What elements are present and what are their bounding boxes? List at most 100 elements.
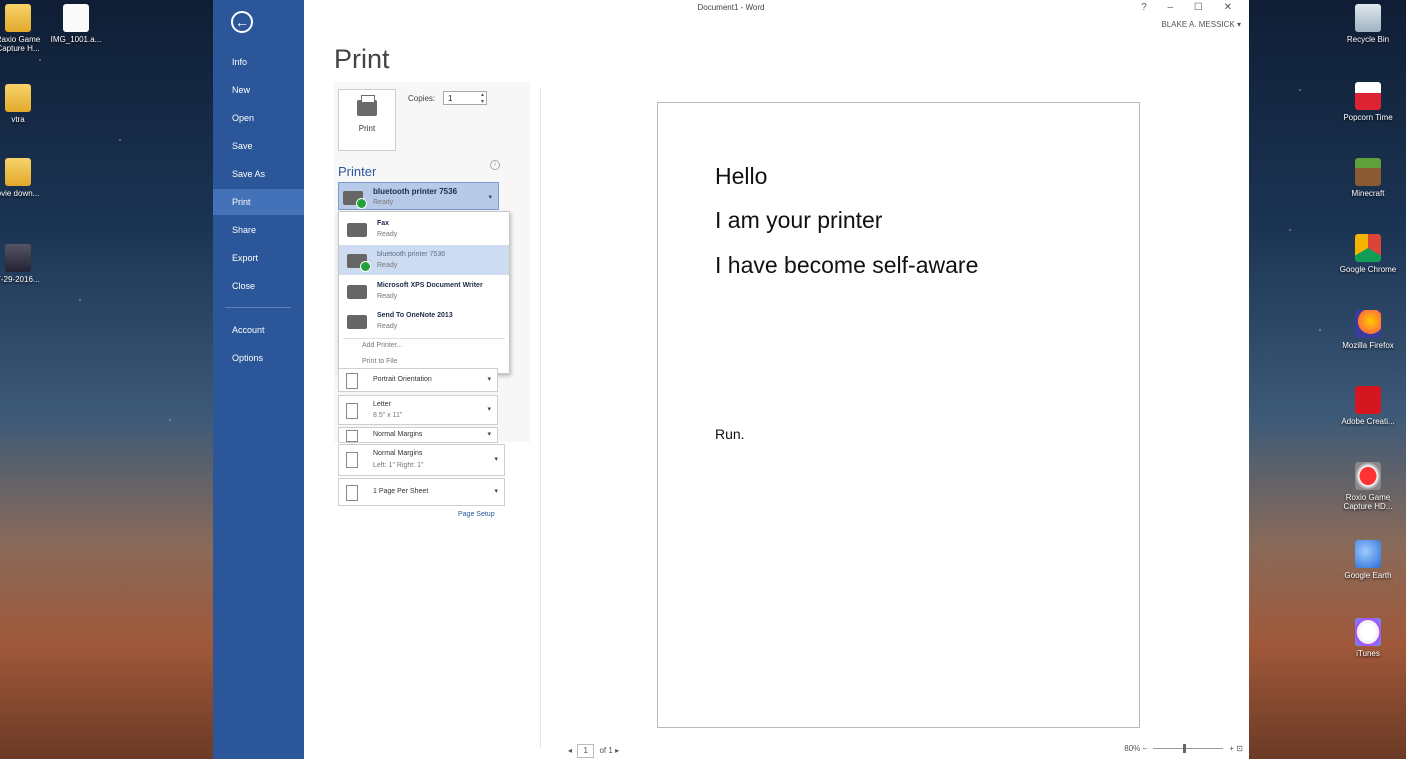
desktop-icon-firefox[interactable]: Mozilla Firefox: [1336, 310, 1400, 350]
chevron-down-icon: ▾: [494, 456, 498, 463]
printer-icon: [343, 191, 367, 209]
nav-item-account[interactable]: Account: [213, 317, 304, 343]
page-setup-link[interactable]: Page Setup: [458, 511, 495, 518]
page-icon: [346, 485, 358, 501]
desktop-icon-movie-downloads[interactable]: ovie down...: [0, 158, 50, 198]
paper-size-setting[interactable]: Letter 8.5" x 11" ▾: [338, 395, 498, 425]
desktop-icon-recycle-bin[interactable]: Recycle Bin: [1336, 4, 1400, 44]
orientation-setting[interactable]: Portrait Orientation ▾: [338, 368, 498, 392]
desktop-icon-label: Minecraft: [1351, 189, 1385, 198]
printer-option-bluetooth[interactable]: bluetooth printer 7536 Ready: [339, 245, 509, 275]
chevron-down-icon: ▾: [487, 406, 491, 413]
desktop-icon-raxio-folder[interactable]: Raxio Game Capture H...: [0, 4, 50, 53]
page-number-input[interactable]: 1: [577, 744, 595, 758]
zoom-in-button[interactable]: +: [1229, 744, 1234, 753]
nav-item-new[interactable]: New: [213, 77, 304, 103]
word-window: ← Info New Open Save Save As Print Share…: [213, 0, 1249, 759]
nav-item-info[interactable]: Info: [213, 49, 304, 75]
desktop-icon-label: Mozilla Firefox: [1342, 341, 1394, 350]
document-line: Run.: [715, 426, 745, 442]
desktop-icon-label: 7-29-2016...: [0, 275, 40, 284]
popcorn-icon: [1355, 82, 1381, 110]
pages-per-sheet-setting[interactable]: 1 Page Per Sheet ▾: [338, 478, 505, 506]
setting-title: Normal Margins: [373, 431, 423, 438]
margins-setting[interactable]: Normal Margins Left: 1" Right: 1" ▾: [338, 444, 505, 476]
desktop-icon-label: Raxio Game Capture H...: [0, 35, 41, 53]
print-button[interactable]: Print: [338, 89, 396, 151]
nav-item-open[interactable]: Open: [213, 105, 304, 131]
page-navigator: ◂ 1 of 1 ▸: [568, 744, 619, 758]
prev-page-icon[interactable]: ◂: [568, 746, 572, 755]
nav-divider: [225, 307, 291, 308]
back-arrow-icon[interactable]: ←: [231, 11, 253, 33]
printer-option-xps[interactable]: Microsoft XPS Document Writer Ready: [339, 276, 509, 306]
nav-item-export[interactable]: Export: [213, 245, 304, 271]
setting-title: Normal Margins: [373, 450, 423, 457]
adobe-icon: [1355, 386, 1381, 414]
printer-option-onenote[interactable]: Send To OneNote 2013 Ready: [339, 306, 509, 336]
next-page-icon[interactable]: ▸: [615, 746, 619, 755]
desktop-icon-label: vtra: [11, 115, 25, 124]
desktop-icon-img-file[interactable]: IMG_1001.a...: [44, 4, 108, 44]
printer-option-status: Ready: [377, 231, 398, 238]
desktop-icon-chrome[interactable]: Google Chrome: [1336, 234, 1400, 274]
nav-item-save-as[interactable]: Save As: [213, 161, 304, 187]
zoom-slider[interactable]: [1153, 744, 1224, 754]
chrome-icon: [1355, 234, 1381, 262]
desktop-icon-label: IMG_1001.a...: [50, 35, 102, 44]
user-account-name[interactable]: BLAKE A. MESSICK ▾: [1161, 20, 1241, 29]
desktop-icon-minecraft[interactable]: Minecraft: [1336, 158, 1400, 198]
printer-option-name: bluetooth printer 7536: [377, 251, 446, 258]
dropdown-divider: [343, 338, 505, 339]
print-preview-page: Hello I am your printer I have become se…: [657, 102, 1140, 728]
desktop-icon-itunes[interactable]: iTunes: [1336, 618, 1400, 658]
info-icon[interactable]: i: [490, 160, 500, 170]
nav-item-options[interactable]: Options: [213, 345, 304, 371]
copies-stepper[interactable]: 1 ▴ ▾: [443, 91, 487, 105]
backstage-nav: ← Info New Open Save Save As Print Share…: [213, 0, 304, 759]
add-printer-link[interactable]: Add Printer...: [362, 342, 402, 349]
printer-option-name: Fax: [377, 220, 390, 227]
document-icon: [63, 4, 89, 32]
margins-icon: [346, 452, 358, 468]
desktop-icon-vtra[interactable]: vtra: [0, 84, 50, 124]
desktop-icon-adobe[interactable]: Adobe Creati...: [1336, 386, 1400, 426]
margins-setting-collapsed[interactable]: Normal Margins ▾: [338, 427, 498, 443]
desktop-icon-label: iTunes: [1356, 649, 1380, 658]
nav-item-save[interactable]: Save: [213, 133, 304, 159]
chevron-down-icon: ▾: [488, 194, 492, 201]
zip-folder-icon: [5, 158, 31, 186]
portrait-page-icon: [346, 373, 358, 389]
printer-option-name: Send To OneNote 2013: [377, 312, 453, 319]
zoom-out-button[interactable]: –: [1142, 744, 1146, 753]
desktop-icon-popcorn-time[interactable]: Popcorn Time: [1336, 82, 1400, 122]
printer-icon: [357, 95, 377, 116]
copies-label: Copies:: [408, 94, 436, 103]
desktop-icon-roxio[interactable]: Roxio Game Capture HD...: [1336, 462, 1400, 511]
nav-item-close[interactable]: Close: [213, 273, 304, 299]
itunes-icon: [1355, 618, 1381, 646]
zoom-slider-thumb[interactable]: [1183, 744, 1187, 754]
earth-icon: [1355, 540, 1381, 568]
nav-item-print[interactable]: Print: [213, 189, 304, 215]
setting-title: 1 Page Per Sheet: [373, 488, 429, 495]
desktop-icon-google-earth[interactable]: Google Earth: [1336, 540, 1400, 580]
panel-divider: [540, 88, 541, 748]
fit-page-icon[interactable]: ⊡: [1236, 744, 1243, 753]
desktop-icon-label: ovie down...: [0, 189, 40, 198]
printer-select[interactable]: bluetooth printer 7536 Ready ▾: [338, 182, 499, 210]
video-icon: [5, 244, 31, 272]
printer-option-status: Ready: [377, 323, 398, 330]
print-to-file-option[interactable]: Print to File: [362, 358, 397, 365]
window-controls[interactable]: ? – ☐ ✕: [1141, 2, 1241, 13]
nav-item-share[interactable]: Share: [213, 217, 304, 243]
spinner-arrows-icon[interactable]: ▴ ▾: [481, 92, 484, 106]
printer-option-status: Ready: [377, 262, 398, 269]
desktop-icon-video[interactable]: 7-29-2016...: [0, 244, 50, 284]
record-icon: [1355, 462, 1381, 490]
printer-option-fax[interactable]: Fax Ready: [339, 214, 509, 244]
chevron-down-icon: ▾: [487, 431, 491, 438]
desktop-icon-label: Recycle Bin: [1346, 35, 1390, 44]
printer-icon: [347, 315, 367, 329]
desktop-icon-label: Google Earth: [1344, 571, 1392, 580]
